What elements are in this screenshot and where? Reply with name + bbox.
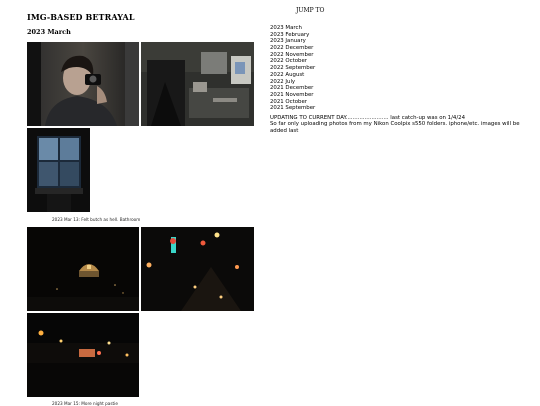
photo-selfie[interactable]: [27, 42, 139, 126]
photo-caption: 2023 Mar 15: More night pastie: [52, 401, 118, 406]
site-title[interactable]: IMG-BASED BETRAYAL: [27, 12, 135, 22]
update-notice: UPDATING TO CURRENT DAY.................…: [270, 115, 532, 134]
photo-window[interactable]: [27, 128, 90, 212]
photo-night-street[interactable]: [141, 227, 254, 311]
archive-link[interactable]: 2021 September: [270, 105, 315, 111]
photo-night-dome[interactable]: [27, 227, 139, 311]
update-description-text: So far only uploading photos from my Nik…: [270, 121, 520, 134]
archive-nav: 2023 March 2023 February 2023 January 20…: [270, 21, 315, 111]
photo-night-city[interactable]: [27, 313, 139, 397]
post-heading: 2023 March: [27, 28, 71, 36]
photo-desk[interactable]: [141, 42, 254, 126]
jump-to-heading: JUMP TO: [296, 7, 325, 14]
photo-caption: 2023 Mar 13: Felt butch as hell. Bathroo…: [52, 217, 141, 222]
